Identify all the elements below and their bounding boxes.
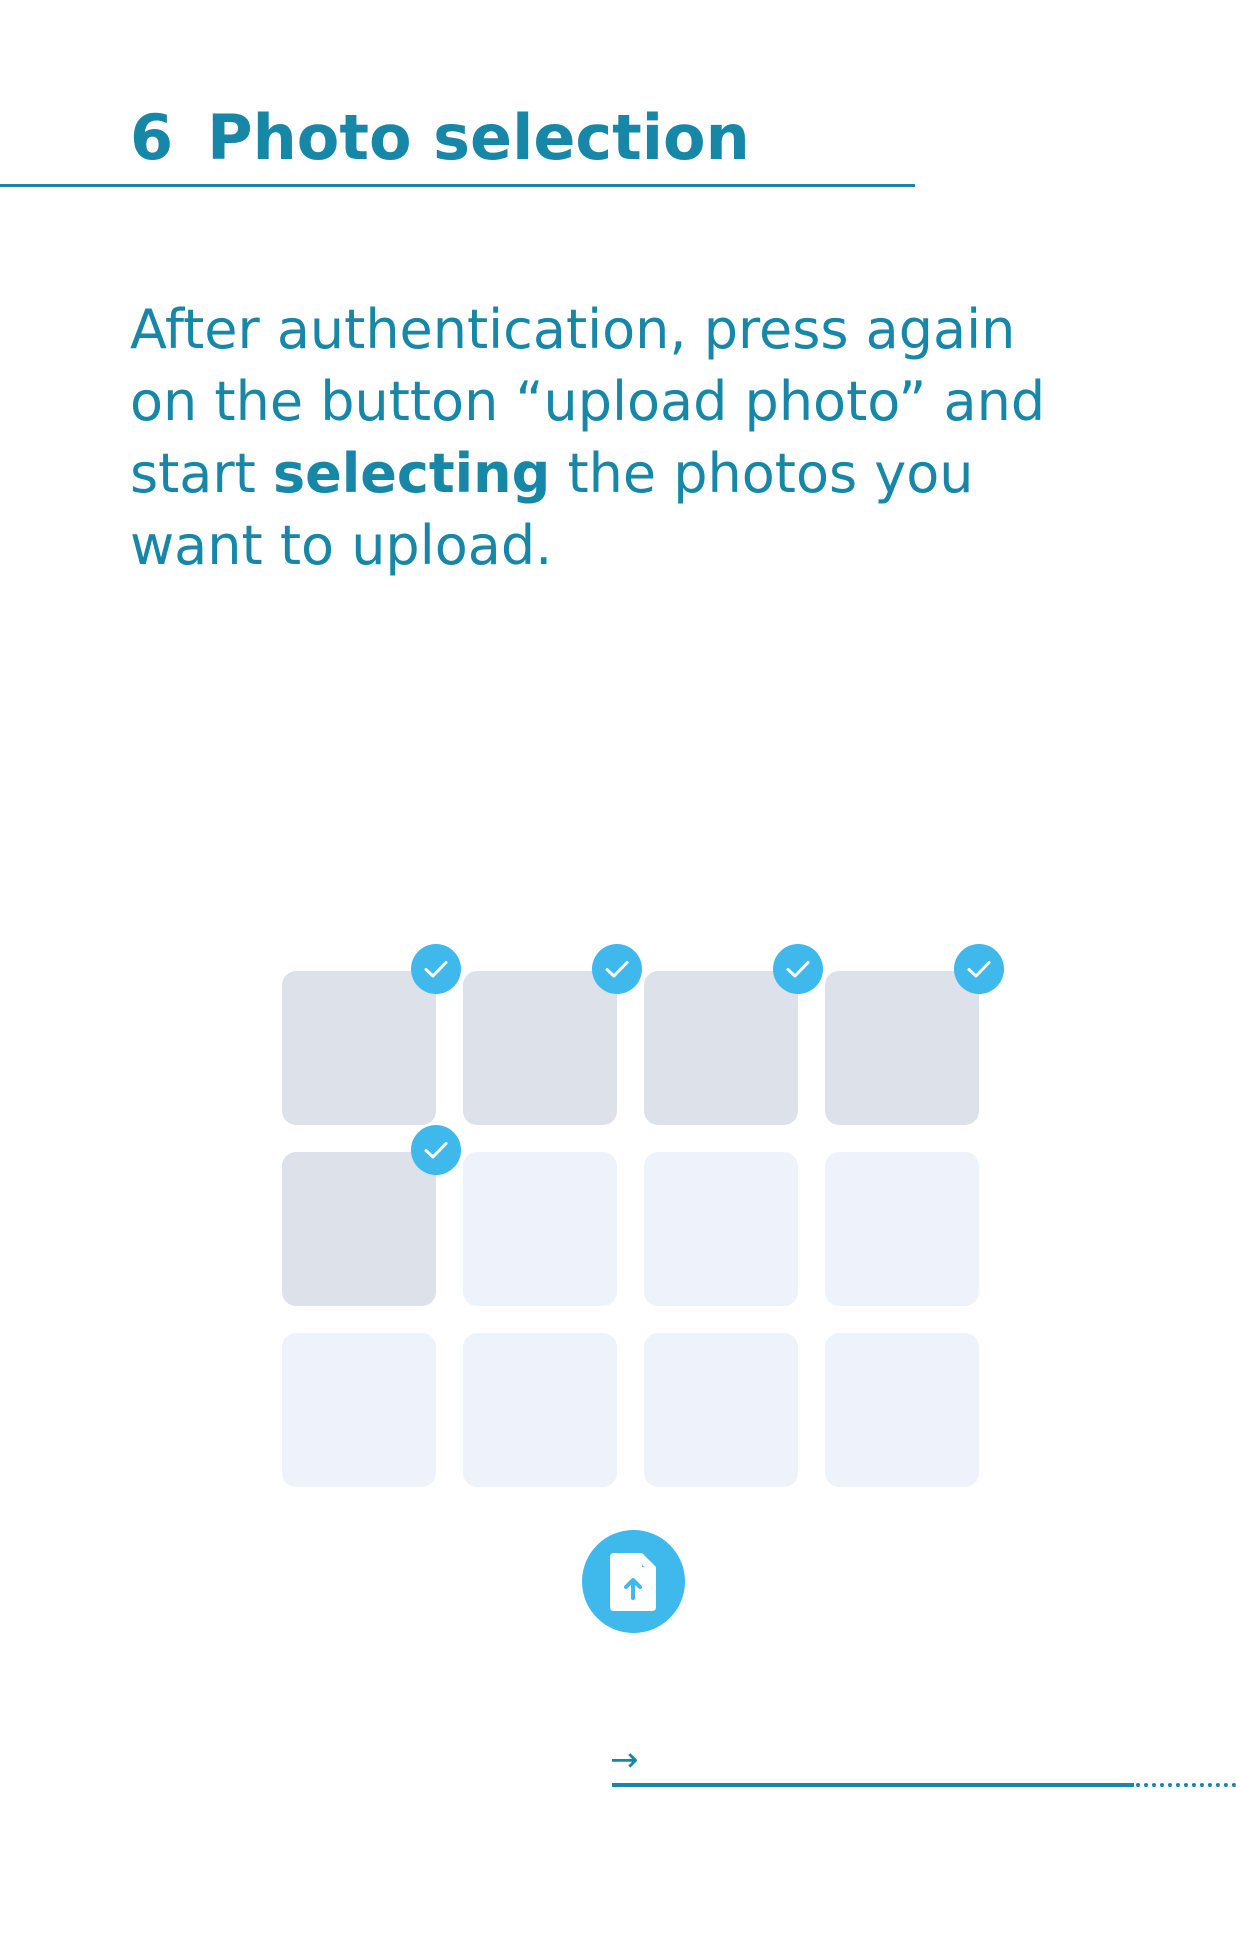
progress-remaining-dots <box>1136 1783 1236 1787</box>
photo-grid <box>282 944 1004 1487</box>
photo-tile[interactable] <box>825 1152 979 1306</box>
progress-line <box>612 1783 1134 1787</box>
photo-tile[interactable] <box>463 1333 617 1487</box>
upload-photo-button[interactable] <box>582 1530 685 1633</box>
checkmark-icon <box>592 944 642 994</box>
checkmark-icon <box>411 1125 461 1175</box>
photo-tile-selected[interactable] <box>282 1125 461 1306</box>
photo-tile[interactable] <box>644 1152 798 1306</box>
checkmark-icon <box>773 944 823 994</box>
photo-tile-selected[interactable] <box>282 944 461 1125</box>
checkmark-icon <box>954 944 1004 994</box>
photo-tile[interactable] <box>463 1152 617 1306</box>
instruction-emphasis: selecting <box>272 442 551 505</box>
file-upload-icon <box>610 1553 656 1611</box>
photo-tile[interactable] <box>644 1333 798 1487</box>
photo-tile-selected[interactable] <box>825 944 1004 1125</box>
photo-tile[interactable] <box>825 1333 979 1487</box>
section-number: 6 <box>130 101 174 174</box>
section-title: Photo selection <box>207 101 750 174</box>
photo-tile-selected[interactable] <box>644 944 823 1125</box>
instruction-text: After authentication, press again on the… <box>130 294 1090 582</box>
checkmark-icon <box>411 944 461 994</box>
next-arrow[interactable]: → <box>610 1740 639 1780</box>
photo-tile-selected[interactable] <box>463 944 642 1125</box>
section-heading: 6 Photo selection <box>130 100 750 176</box>
heading-divider <box>0 184 915 187</box>
photo-tile[interactable] <box>282 1333 436 1487</box>
